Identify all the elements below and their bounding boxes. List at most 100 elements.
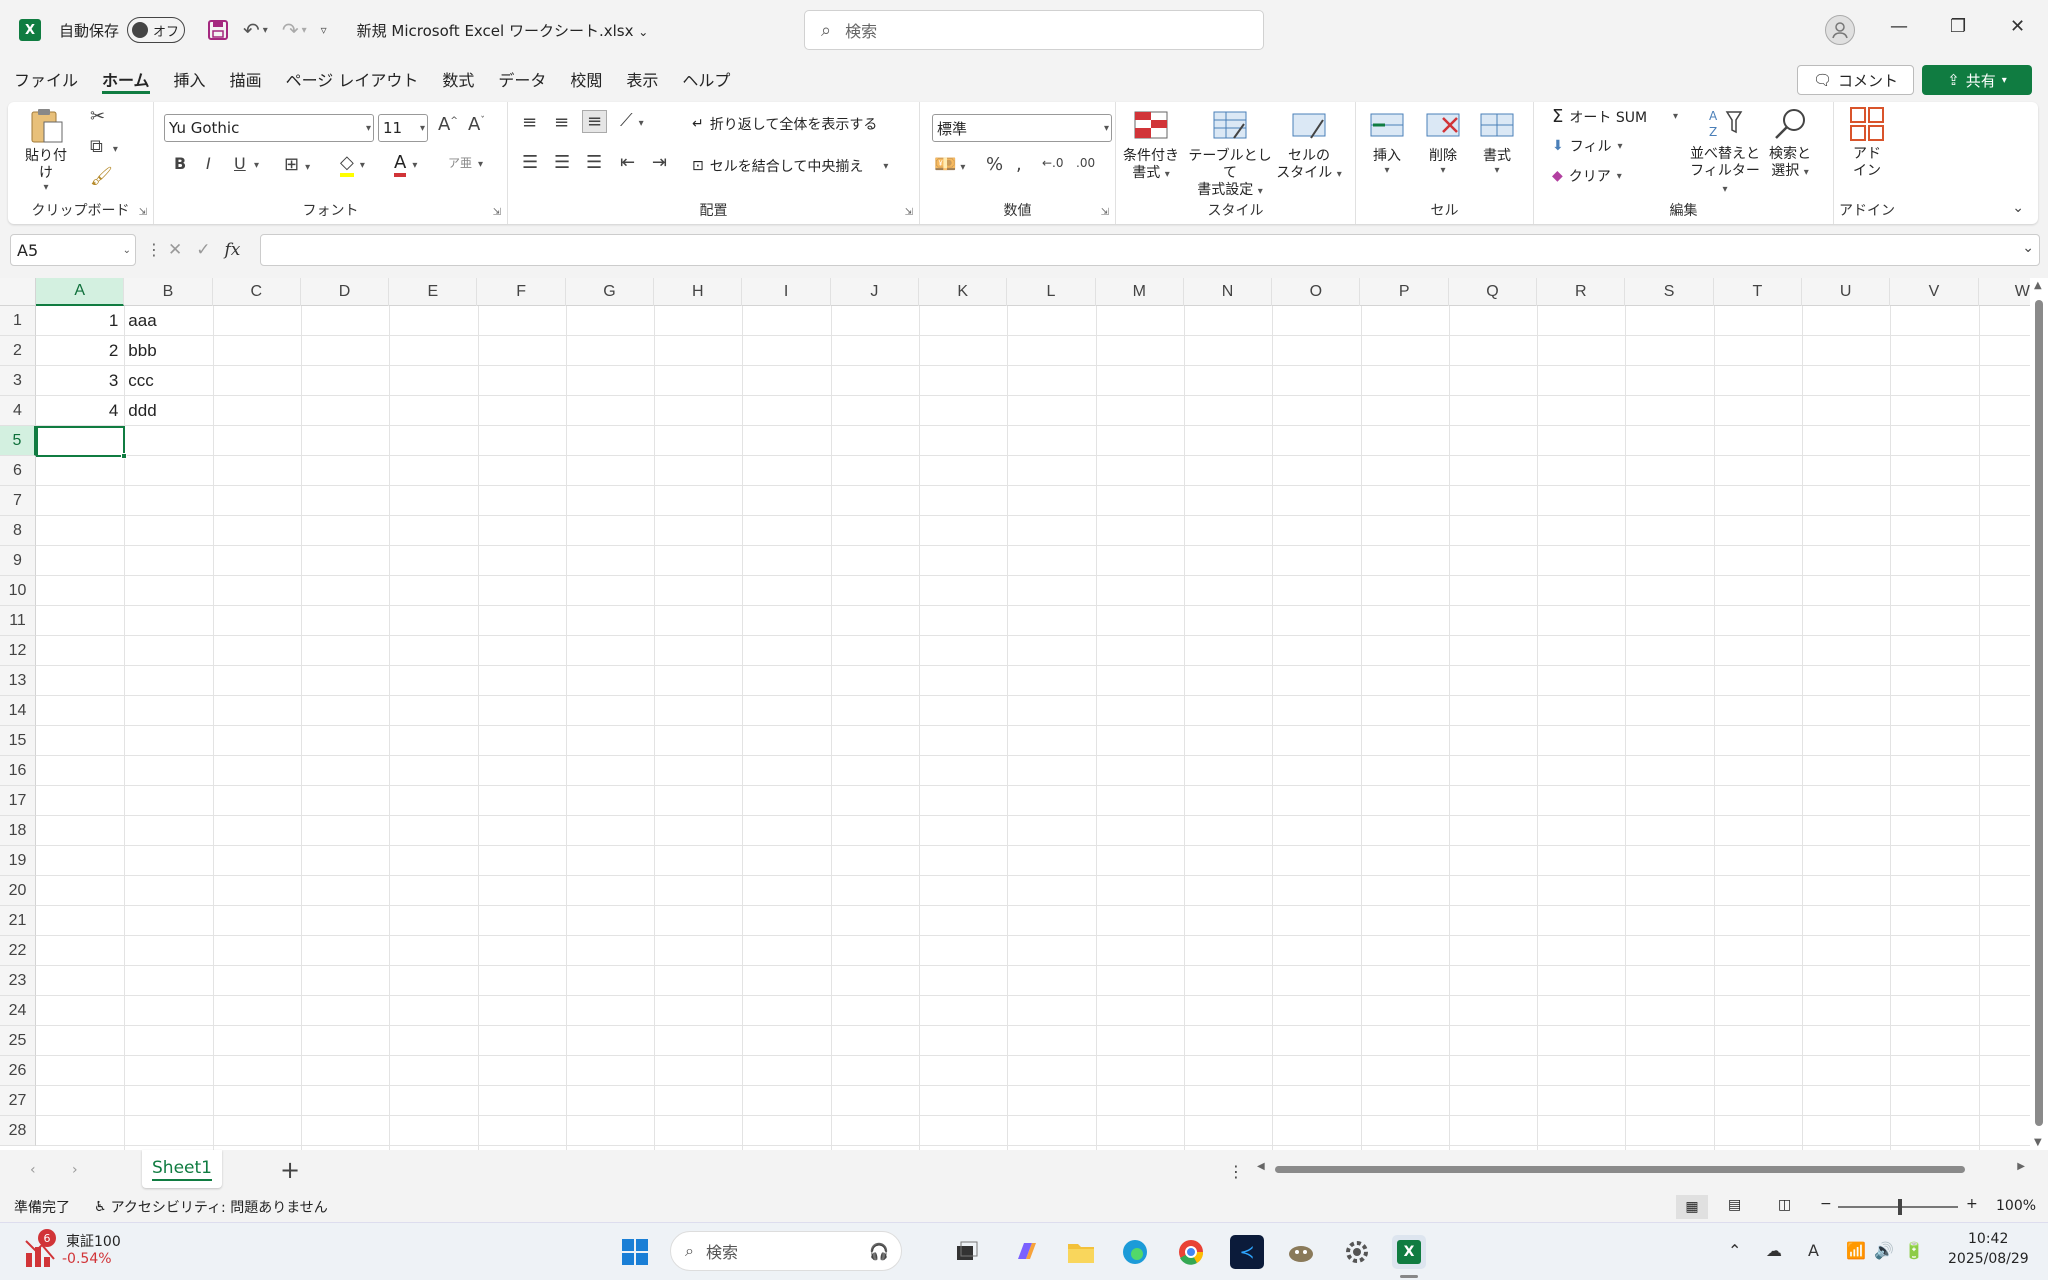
enter-icon[interactable]: ✓ bbox=[196, 240, 210, 260]
tray-overflow-icon[interactable]: ⌃ bbox=[1728, 1241, 1741, 1260]
increase-decimal-icon[interactable]: ←.0 bbox=[1042, 156, 1064, 170]
collapse-ribbon-icon[interactable]: ⌄ bbox=[2012, 200, 2024, 216]
decrease-decimal-icon[interactable]: .00 bbox=[1076, 156, 1095, 170]
vscode-app-icon[interactable]: ≺ bbox=[1230, 1235, 1264, 1269]
battery-icon[interactable]: 🔋 bbox=[1904, 1241, 1924, 1260]
column-header-t[interactable]: T bbox=[1714, 278, 1802, 306]
cell-b1[interactable]: aaa bbox=[128, 306, 156, 336]
row-header-19[interactable]: 19 bbox=[0, 846, 36, 876]
edge-browser-icon[interactable] bbox=[1118, 1235, 1152, 1269]
clipboard-launcher-icon[interactable]: ⇲ bbox=[139, 207, 147, 218]
cell-b3[interactable]: ccc bbox=[128, 366, 154, 396]
align-center-icon[interactable]: ☰ bbox=[554, 152, 570, 173]
onedrive-icon[interactable]: ☁ bbox=[1766, 1241, 1782, 1260]
font-size-select[interactable]: 11 ▾ bbox=[378, 114, 428, 142]
task-view-icon[interactable] bbox=[950, 1235, 984, 1269]
cell-a1[interactable]: 1 bbox=[36, 306, 118, 336]
format-cells-button[interactable]: 書式 ▾ bbox=[1470, 108, 1524, 177]
scroll-up-icon[interactable]: ▲ bbox=[2034, 280, 2042, 291]
comment-button[interactable]: 🗨 コメント bbox=[1797, 65, 1914, 95]
redo-icon[interactable]: ↷ ▾ bbox=[282, 18, 307, 42]
cell-a2[interactable]: 2 bbox=[36, 336, 118, 366]
share-button[interactable]: ⇪ 共有 ▾ bbox=[1922, 65, 2032, 95]
account-avatar-icon[interactable] bbox=[1825, 15, 1855, 45]
row-header-20[interactable]: 20 bbox=[0, 876, 36, 906]
file-explorer-icon[interactable] bbox=[1064, 1235, 1098, 1269]
cell-a3[interactable]: 3 bbox=[36, 366, 118, 396]
customize-qat-icon[interactable]: ▿ bbox=[321, 23, 327, 37]
tab-formulas[interactable]: 数式 bbox=[430, 62, 486, 96]
column-header-e[interactable]: E bbox=[389, 278, 478, 306]
name-box[interactable]: A5 ⌄ bbox=[10, 234, 136, 266]
row-header-12[interactable]: 12 bbox=[0, 636, 36, 666]
column-header-r[interactable]: R bbox=[1537, 278, 1626, 306]
increase-font-icon[interactable]: A^ bbox=[438, 114, 458, 135]
tab-data[interactable]: データ bbox=[486, 62, 558, 96]
align-top-icon[interactable]: ≡ bbox=[522, 112, 537, 133]
row-header-2[interactable]: 2 bbox=[0, 336, 36, 366]
column-header-j[interactable]: J bbox=[831, 278, 919, 306]
column-header-p[interactable]: P bbox=[1361, 278, 1449, 306]
ime-icon[interactable]: A bbox=[1808, 1241, 1819, 1260]
cut-icon[interactable]: ✂ bbox=[90, 106, 105, 127]
column-header-g[interactable]: G bbox=[566, 278, 655, 306]
minimize-icon[interactable]: — bbox=[1890, 16, 1908, 37]
page-break-view-icon[interactable]: ◫ bbox=[1778, 1197, 1791, 1213]
column-header-k[interactable]: K bbox=[919, 278, 1008, 306]
row-header-28[interactable]: 28 bbox=[0, 1116, 36, 1146]
column-header-c[interactable]: C bbox=[213, 278, 301, 306]
undo-icon[interactable]: ↶ ▾ bbox=[243, 18, 268, 42]
column-header-a[interactable]: A bbox=[36, 278, 125, 306]
taskbar-search[interactable]: ⌕ 検索 🎧 bbox=[670, 1231, 902, 1271]
align-middle-icon[interactable]: ≡ bbox=[554, 112, 569, 133]
scroll-right-icon[interactable]: ▶ bbox=[2017, 1161, 2025, 1172]
find-select-button[interactable]: 検索と 選択 ▾ bbox=[1760, 106, 1820, 180]
merge-center-button[interactable]: ⊡ セルを結合して中央揃え ▾ bbox=[692, 156, 888, 176]
next-sheet-icon[interactable]: › bbox=[72, 1162, 78, 1178]
column-header-d[interactable]: D bbox=[301, 278, 390, 306]
sheet-tab-sheet1[interactable]: Sheet1 bbox=[142, 1150, 222, 1188]
select-all-corner[interactable] bbox=[0, 278, 36, 306]
restore-icon[interactable]: ❐ bbox=[1950, 16, 1966, 37]
row-header-1[interactable]: 1 bbox=[0, 306, 36, 336]
alignment-launcher-icon[interactable]: ⇲ bbox=[905, 207, 913, 218]
row-header-26[interactable]: 26 bbox=[0, 1056, 36, 1086]
chrome-browser-icon[interactable] bbox=[1174, 1235, 1208, 1269]
fill-button[interactable]: ⬇ フィル ▾ bbox=[1552, 136, 1623, 156]
tab-page-layout[interactable]: ページ レイアウト bbox=[274, 62, 431, 96]
clock-time[interactable]: 10:42 bbox=[1968, 1231, 2008, 1247]
normal-view-icon[interactable]: ▦ bbox=[1676, 1195, 1708, 1219]
italic-button[interactable]: I bbox=[206, 154, 211, 173]
row-header-25[interactable]: 25 bbox=[0, 1026, 36, 1056]
column-header-l[interactable]: L bbox=[1007, 278, 1096, 306]
copilot-icon[interactable] bbox=[1010, 1235, 1044, 1269]
document-title[interactable]: 新規 Microsoft Excel ワークシート.xlsx ⌄ bbox=[357, 20, 649, 41]
font-launcher-icon[interactable]: ⇲ bbox=[493, 207, 501, 218]
scroll-left-icon[interactable]: ◀ bbox=[1257, 1161, 1265, 1172]
close-icon[interactable]: ✕ bbox=[2010, 16, 2025, 37]
paste-button[interactable]: 貼り付け ▾ bbox=[22, 108, 70, 194]
accessibility-status[interactable]: ♿ アクセシビリティ: 問題ありません bbox=[94, 1197, 328, 1217]
fill-handle[interactable] bbox=[121, 453, 127, 459]
row-header-23[interactable]: 23 bbox=[0, 966, 36, 996]
row-header-18[interactable]: 18 bbox=[0, 816, 36, 846]
row-header-8[interactable]: 8 bbox=[0, 516, 36, 546]
row-header-17[interactable]: 17 bbox=[0, 786, 36, 816]
column-header-u[interactable]: U bbox=[1802, 278, 1891, 306]
wifi-icon[interactable]: 📶 bbox=[1846, 1241, 1866, 1260]
gimp-app-icon[interactable] bbox=[1284, 1235, 1318, 1269]
prev-sheet-icon[interactable]: ‹ bbox=[30, 1162, 36, 1178]
page-layout-view-icon[interactable]: ▤ bbox=[1728, 1197, 1741, 1213]
volume-icon[interactable]: 🔊 bbox=[1874, 1241, 1894, 1260]
orientation-icon[interactable]: ⟋ ▾ bbox=[620, 110, 644, 131]
align-bottom-icon[interactable]: ≡ bbox=[582, 110, 608, 133]
zoom-in-icon[interactable]: + bbox=[1966, 1196, 1978, 1212]
horizontal-scrollbar[interactable]: ◀ ▶ bbox=[1255, 1161, 2025, 1175]
zoom-out-icon[interactable]: − bbox=[1820, 1196, 1832, 1212]
tab-home[interactable]: ホーム bbox=[90, 62, 162, 96]
cell-styles-button[interactable]: セルの スタイル ▾ bbox=[1274, 108, 1344, 182]
formula-options-icon[interactable]: ⋮ bbox=[146, 240, 162, 259]
row-header-5[interactable]: 5 bbox=[0, 426, 36, 456]
align-right-icon[interactable]: ☰ bbox=[586, 152, 602, 173]
row-header-14[interactable]: 14 bbox=[0, 696, 36, 726]
